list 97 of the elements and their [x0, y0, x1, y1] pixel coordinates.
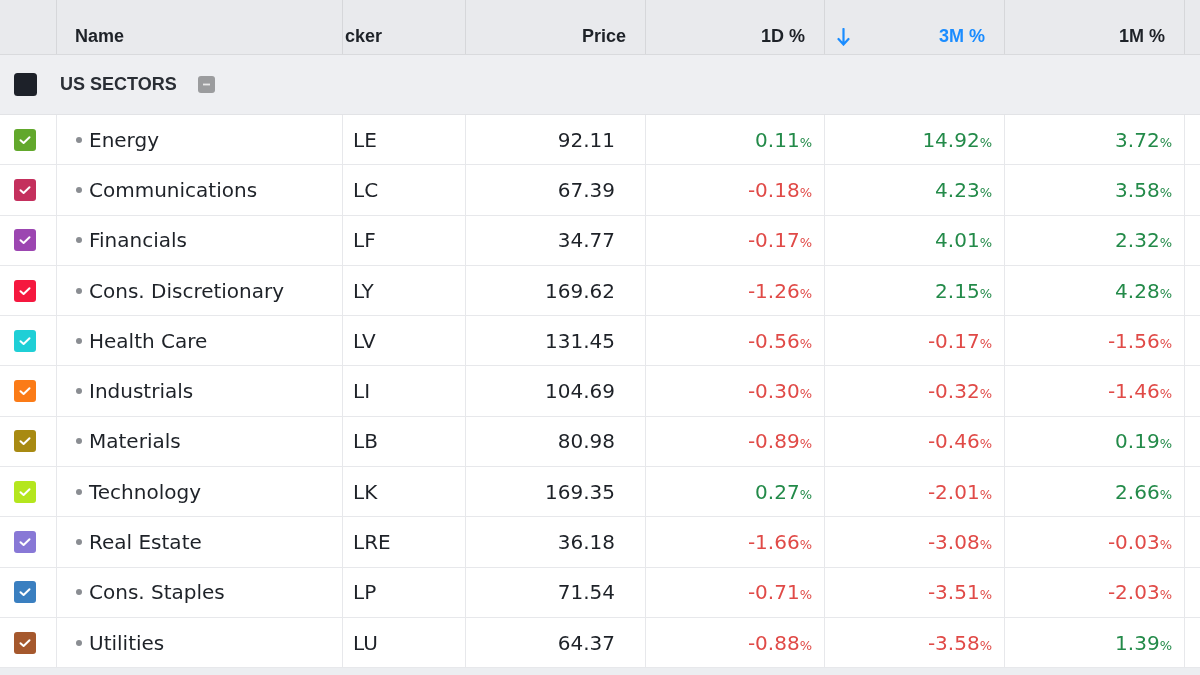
percent-change: 14.92% [922, 127, 992, 152]
percent-change: -0.30% [747, 379, 812, 404]
arrow-down-icon [837, 28, 850, 46]
price-value: 104.69 [545, 379, 615, 404]
percent-change: -0.71% [747, 580, 812, 605]
percent-change: -0.89% [747, 429, 812, 454]
row-checkbox[interactable] [14, 229, 36, 252]
percent-change: 0.19% [1115, 429, 1172, 454]
ticker-symbol: LC [353, 177, 379, 202]
percent-change: 4.23% [935, 177, 992, 202]
percent-change: -2.01% [927, 479, 992, 504]
ticker-symbol: LI [353, 379, 371, 404]
percent-change: 1.39% [1115, 630, 1172, 655]
percent-change: -1.26% [747, 278, 812, 303]
percent-change: -0.03% [1107, 530, 1172, 554]
price-value: 67.39 [557, 177, 615, 202]
bullet-icon [76, 488, 82, 495]
ticker-symbol: LP [353, 580, 377, 605]
row-checkbox[interactable] [14, 178, 36, 201]
percent-change: 2.32% [1115, 228, 1172, 253]
ticker-symbol: LY [353, 278, 374, 303]
price-value: 34.77 [557, 228, 615, 253]
sector-name: Technology [89, 479, 202, 504]
percent-change: 3.58% [1115, 177, 1172, 202]
column-header[interactable]: cker [343, 0, 466, 54]
row-checkbox[interactable] [14, 631, 36, 654]
percent-change: -0.17% [747, 228, 812, 253]
column-header[interactable]: 1M % [1005, 0, 1185, 54]
percent-change: 0.27% [755, 479, 812, 504]
ticker-symbol: LE [353, 127, 377, 152]
sector-name: Financials [89, 228, 187, 253]
price-value: 80.98 [557, 429, 615, 454]
row-checkbox[interactable] [14, 581, 36, 604]
percent-change: 0.11% [755, 127, 812, 152]
sector-name: Industrials [89, 379, 194, 404]
percent-change: -3.08% [927, 530, 992, 554]
row-checkbox[interactable] [14, 380, 36, 403]
price-value: 64.37 [557, 630, 615, 655]
row-checkbox[interactable] [14, 430, 36, 453]
row-checkbox[interactable] [14, 128, 36, 151]
percent-change: -0.88% [747, 630, 812, 655]
percent-change: -0.46% [927, 429, 992, 454]
group-label: US SECTORS [60, 74, 177, 95]
sector-name: Real Estate [89, 530, 202, 554]
sector-name: Health Care [89, 328, 208, 353]
percent-change: -0.17% [927, 328, 992, 353]
column-header[interactable]: 1D % [646, 0, 825, 54]
sector-name: Utilities [89, 630, 165, 655]
percent-change: -1.66% [747, 530, 812, 554]
price-value: 92.11 [557, 127, 615, 152]
sector-name: Materials [89, 429, 181, 454]
bullet-icon [76, 186, 82, 193]
sector-name: Cons. Staples [89, 580, 225, 605]
column-header[interactable]: Price [466, 0, 646, 54]
percent-change: -0.56% [747, 328, 812, 353]
ticker-symbol: LF [353, 228, 376, 253]
row-checkbox[interactable] [14, 480, 36, 503]
bullet-icon [76, 388, 82, 395]
bullet-icon [76, 337, 82, 344]
percent-change: 2.66% [1115, 479, 1172, 504]
ticker-symbol: LV [353, 328, 376, 353]
percent-change: -3.58% [927, 630, 992, 655]
ticker-symbol: LB [353, 429, 378, 454]
bullet-icon [76, 589, 82, 596]
percent-change: -0.18% [747, 177, 812, 202]
sector-name: Energy [89, 127, 160, 152]
bullet-icon [76, 539, 82, 545]
price-value: 36.18 [557, 530, 615, 554]
ticker-symbol: LK [353, 479, 378, 504]
price-value: 169.62 [545, 278, 615, 303]
row-checkbox[interactable] [14, 531, 36, 553]
minus-icon[interactable] [197, 76, 215, 93]
percent-change: -1.56% [1107, 328, 1172, 353]
percent-change: 2.15% [935, 278, 992, 303]
percent-change: 4.28% [1115, 278, 1172, 303]
bullet-icon [76, 287, 82, 294]
bullet-icon [76, 136, 82, 143]
percent-change: -0.32% [927, 379, 992, 404]
percent-change: -1.46% [1107, 379, 1172, 404]
bullet-icon [76, 438, 82, 445]
ticker-symbol: LU [353, 630, 378, 655]
bullet-icon [76, 639, 82, 646]
bullet-icon [76, 237, 82, 244]
percent-change: 3.72% [1115, 127, 1172, 152]
sector-name: Communications [89, 177, 258, 202]
sector-name: Cons. Discretionary [89, 278, 285, 303]
column-header[interactable]: Name [57, 0, 343, 54]
percent-change: 4.01% [935, 228, 992, 253]
row-checkbox[interactable] [14, 279, 36, 302]
ticker-symbol: LRE [353, 530, 391, 554]
price-value: 71.54 [557, 580, 615, 605]
price-value: 169.35 [545, 479, 615, 504]
row-checkbox[interactable] [14, 329, 36, 352]
percent-change: -3.51% [927, 580, 992, 605]
percent-change: -2.03% [1107, 580, 1172, 605]
group-checkbox[interactable] [14, 73, 37, 96]
price-value: 131.45 [545, 328, 615, 353]
